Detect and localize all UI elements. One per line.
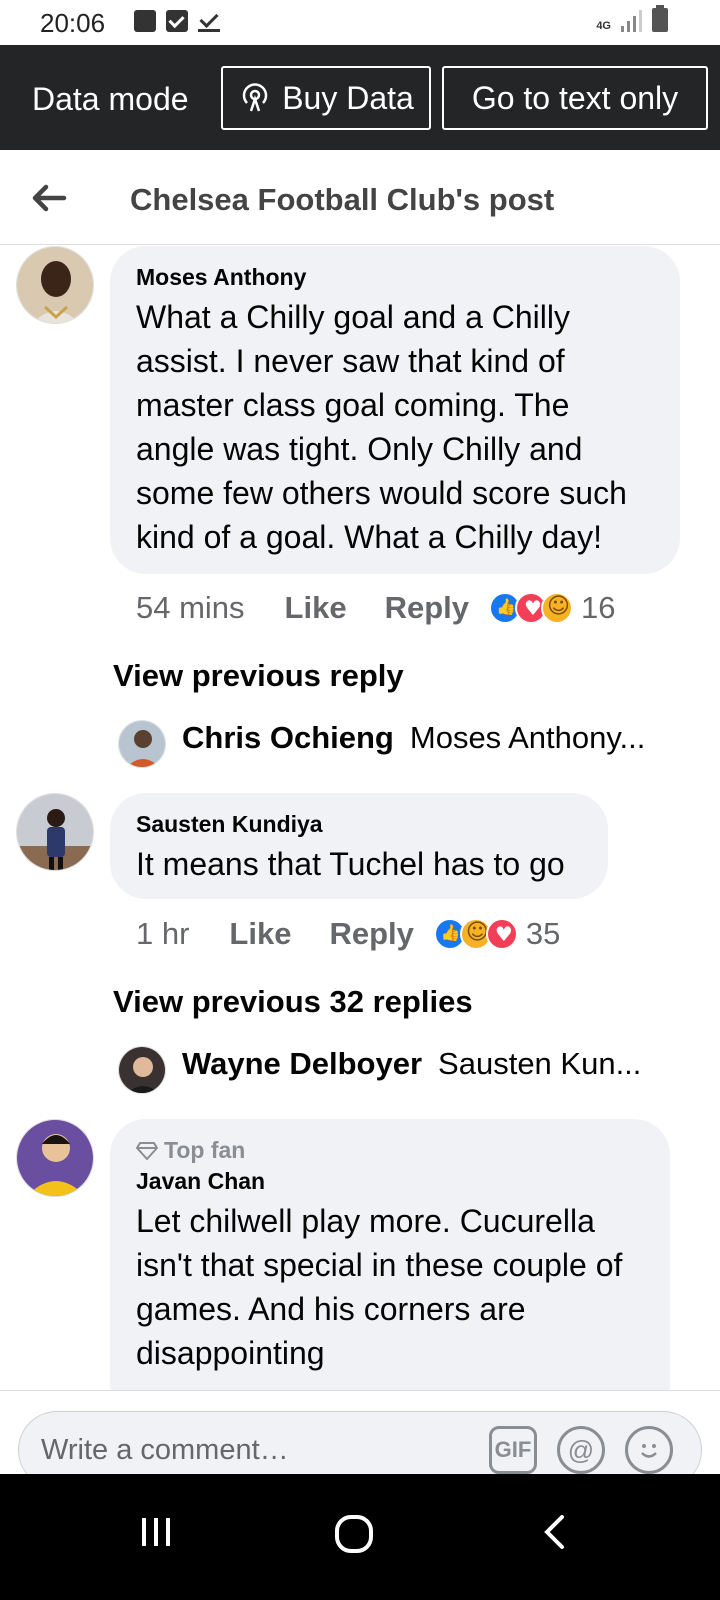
post-header: Chelsea Football Club's post <box>0 150 720 245</box>
comment-time[interactable]: 1 hr <box>136 916 189 952</box>
reaction-icons[interactable] <box>433 918 518 950</box>
reply-button[interactable]: Reply <box>385 590 469 626</box>
reply-text: Moses Anthony... <box>409 720 646 755</box>
comment-text: It means that Tuchel has to go <box>136 846 565 882</box>
reply-preview[interactable]: Chris Ochieng Moses Anthony... <box>118 720 646 768</box>
comment-bubble[interactable]: Moses Anthony What a Chilly goal and a C… <box>110 246 680 574</box>
gif-button[interactable]: GIF <box>489 1426 537 1474</box>
comment-composer: Write a comment… GIF @ <box>0 1390 720 1489</box>
data-mode-label: Data mode <box>32 81 189 117</box>
avatar[interactable] <box>16 1119 94 1197</box>
text-only-label: Go to text only <box>471 79 679 116</box>
text-only-button[interactable]: Go to text only <box>442 66 708 130</box>
download-done-icon <box>198 10 220 32</box>
data-mode-bar: Data mode Buy Data Go to text only <box>0 45 720 150</box>
recent-apps-icon[interactable] <box>138 1514 174 1550</box>
emoji-icon[interactable] <box>625 1426 673 1474</box>
checkbox-icon <box>166 10 188 32</box>
top-fan-label: Top fan <box>164 1137 246 1163</box>
comment-text: Let chilwell play more. Cucurella isn't … <box>136 1203 623 1371</box>
network-type-icon: 4G <box>596 20 611 32</box>
system-icons: 4G <box>596 5 668 32</box>
mention-button[interactable]: @ <box>557 1426 605 1474</box>
system-nav-bar <box>0 1474 720 1600</box>
care-reaction-icon <box>541 592 573 624</box>
top-fan-badge: Top fan <box>136 1137 644 1164</box>
reply-button[interactable]: Reply <box>329 916 413 952</box>
gallery-icon <box>134 10 156 32</box>
status-time: 20:06 <box>40 8 106 38</box>
comment-actions: 1 hr Like Reply 35 <box>136 916 560 952</box>
notification-icons <box>134 10 220 32</box>
page-title: Chelsea Football Club's post <box>130 182 555 217</box>
comment-author[interactable]: Javan Chan <box>136 1168 644 1195</box>
back-nav-icon[interactable] <box>536 1514 572 1550</box>
comment-author[interactable]: Moses Anthony <box>136 264 654 291</box>
broadcast-icon <box>242 83 268 112</box>
buy-data-label: Buy Data <box>282 79 414 116</box>
back-arrow-icon[interactable] <box>28 178 68 218</box>
comment-bubble[interactable]: Sausten Kundiya It means that Tuchel has… <box>110 793 608 899</box>
comment-actions: 54 mins Like Reply 16 <box>136 590 615 626</box>
view-previous-replies[interactable]: View previous reply <box>113 658 404 694</box>
diamond-icon <box>136 1141 158 1160</box>
reply-author[interactable]: Wayne Delboyer <box>182 1046 422 1082</box>
reply-author[interactable]: Chris Ochieng <box>182 720 394 756</box>
buy-data-button[interactable]: Buy Data <box>221 66 431 130</box>
reply-text: Sausten Kun... <box>438 1046 642 1081</box>
signal-icon <box>621 10 642 32</box>
reply-preview[interactable]: Wayne Delboyer Sausten Kun... <box>118 1046 642 1094</box>
avatar[interactable] <box>16 793 94 871</box>
love-reaction-icon <box>485 918 518 950</box>
view-previous-replies[interactable]: View previous 32 replies <box>113 984 473 1020</box>
avatar[interactable] <box>118 720 166 768</box>
avatar[interactable] <box>16 246 94 324</box>
comment-placeholder: Write a comment… <box>41 1434 289 1466</box>
avatar[interactable] <box>118 1046 166 1094</box>
status-bar: 20:06 4G <box>0 0 720 45</box>
like-button[interactable]: Like <box>229 916 291 952</box>
comment-text: What a Chilly goal and a Chilly assist. … <box>136 299 627 555</box>
reaction-count[interactable]: 16 <box>581 590 615 626</box>
comments-list[interactable]: Moses Anthony What a Chilly goal and a C… <box>0 246 720 1390</box>
home-icon[interactable] <box>334 1514 374 1554</box>
reaction-icons[interactable] <box>489 592 573 624</box>
battery-icon <box>652 5 668 32</box>
comment-bubble[interactable]: Top fan Javan Chan Let chilwell play mor… <box>110 1119 670 1390</box>
reaction-count[interactable]: 35 <box>526 916 560 952</box>
like-button[interactable]: Like <box>285 590 347 626</box>
comment-author[interactable]: Sausten Kundiya <box>136 811 582 838</box>
comment-time[interactable]: 54 mins <box>136 590 245 626</box>
